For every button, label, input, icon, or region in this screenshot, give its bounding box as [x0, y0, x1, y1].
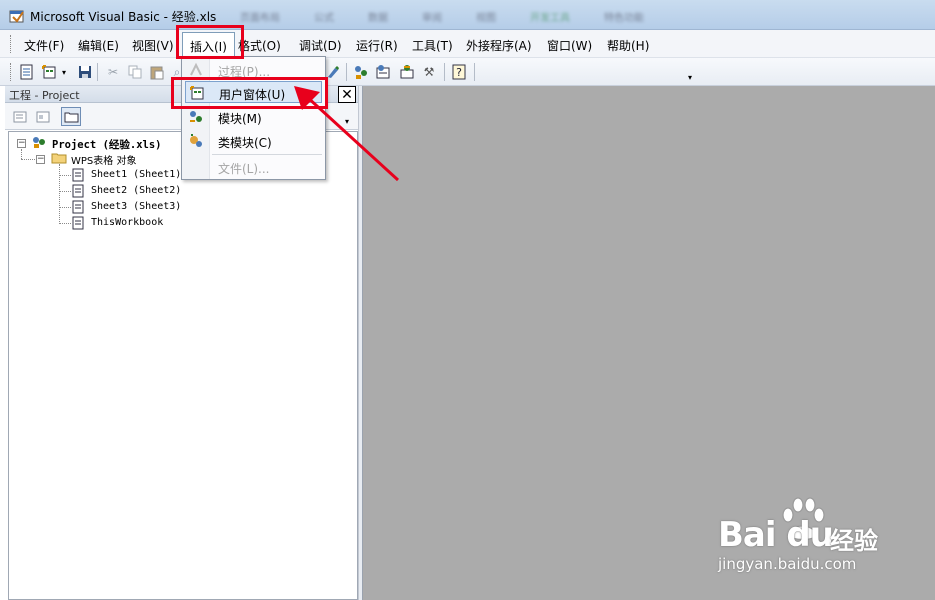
cut-icon[interactable]: ✂ — [104, 63, 122, 81]
chevron-down-icon[interactable]: ▾ — [345, 117, 349, 126]
bg-tab: 审阅 — [422, 13, 442, 24]
sheet-module-icon — [72, 168, 84, 182]
window-title: Microsoft Visual Basic - 经验.xls — [30, 10, 217, 24]
menu-item-label: 模块(M) — [218, 112, 262, 126]
properties-window-icon[interactable] — [374, 63, 392, 81]
paste-icon[interactable] — [148, 63, 166, 81]
menu-item-label: 过程(P)... — [218, 65, 271, 79]
menu-tools[interactable]: 工具(T) — [412, 37, 453, 54]
folder-icon — [51, 153, 67, 164]
save-icon[interactable] — [76, 63, 94, 81]
bg-tab: 数据 — [368, 13, 388, 24]
title-bar: Microsoft Visual Basic - 经验.xls 页面布局 公式 … — [0, 0, 935, 30]
menu-bar: 文件(F) 编辑(E) 视图(V) 插入(I) 格式(O) 调试(D) 运行(R… — [0, 30, 935, 58]
project-tree: − Project (经验.xls) − WPS表格 对象 Sheet1 (Sh… — [8, 131, 358, 600]
tree-item-sheet1[interactable]: Sheet1 (Sheet1) — [91, 169, 181, 180]
menu-run[interactable]: 运行(R) — [356, 37, 398, 54]
tree-folder-objects[interactable]: WPS表格 对象 — [71, 152, 136, 167]
menu-file[interactable]: 文件(F) — [24, 37, 64, 54]
tree-item-sheet3[interactable]: Sheet3 (Sheet3) — [91, 201, 181, 212]
project-explorer-icon[interactable] — [352, 63, 370, 81]
insert-userform-icon[interactable] — [40, 63, 58, 81]
chevron-down-icon[interactable]: ▾ — [60, 63, 68, 81]
project-panel-title: 工程 - Project — [9, 89, 80, 102]
toolbox-icon[interactable]: ⚒ — [420, 63, 438, 81]
background-ribbon-tabs: 页面布局 公式 数据 审阅 视图 开发工具 特色功能 — [240, 9, 644, 24]
toolbar-grip[interactable] — [10, 63, 13, 81]
menu-item-userform[interactable]: 用户窗体(U) — [185, 81, 322, 103]
bg-tab: 特色功能 — [604, 13, 644, 24]
tree-item-thisworkbook[interactable]: ThisWorkbook — [91, 217, 163, 228]
close-icon[interactable]: ✕ — [338, 86, 356, 103]
toolbar-separator — [97, 63, 98, 81]
menu-item-file[interactable]: 文件(L)... — [185, 156, 322, 178]
menu-addins[interactable]: 外接程序(A) — [466, 37, 532, 54]
tree-item-sheet2[interactable]: Sheet2 (Sheet2) — [91, 185, 181, 196]
bg-tab: 页面布局 — [240, 13, 280, 24]
userform-icon — [190, 86, 204, 100]
menu-window[interactable]: 窗口(W) — [547, 37, 592, 54]
bg-tab: 视图 — [476, 13, 496, 24]
object-browser-icon[interactable] — [398, 63, 416, 81]
bg-tab: 开发工具 — [530, 13, 570, 24]
sheet-module-icon — [72, 200, 84, 214]
vba-project-icon — [33, 137, 45, 148]
design-mode-icon[interactable] — [324, 63, 342, 81]
toolbar-separator — [346, 63, 347, 81]
menu-debug[interactable]: 调试(D) — [299, 37, 342, 54]
module-icon — [190, 111, 202, 122]
procedure-icon — [190, 62, 202, 76]
standard-toolbar: ▾ ✂ ⌕ ⚒ ? — [0, 58, 935, 86]
copy-icon[interactable] — [126, 63, 144, 81]
menu-item-label: 用户窗体(U) — [219, 88, 286, 102]
menu-edit[interactable]: 编辑(E) — [78, 37, 119, 54]
svg-text:?: ? — [456, 66, 462, 79]
collapse-toggle[interactable]: − — [36, 155, 45, 164]
menu-item-module[interactable]: 模块(M) — [185, 106, 322, 128]
menubar-grip[interactable] — [10, 35, 13, 53]
toolbar-separator — [444, 63, 445, 81]
toolbar-options-icon[interactable]: ▾ — [688, 73, 692, 82]
class-module-icon — [190, 134, 202, 147]
help-icon[interactable]: ? — [450, 63, 468, 81]
bg-tab: 公式 — [314, 13, 334, 24]
menu-separator — [212, 154, 322, 155]
view-object-icon[interactable] — [33, 107, 53, 126]
insert-dropdown-menu: 过程(P)... 用户窗体(U) 模块(M) 类模块(C) 文件(L)... — [181, 56, 326, 180]
menu-view[interactable]: 视图(V) — [132, 37, 174, 54]
view-excel-icon[interactable] — [18, 63, 36, 81]
view-code-icon[interactable] — [10, 107, 30, 126]
menu-item-procedure[interactable]: 过程(P)... — [185, 59, 322, 81]
collapse-toggle[interactable]: − — [17, 139, 26, 148]
menu-item-label: 文件(L)... — [218, 162, 270, 176]
toolbar-separator — [474, 63, 475, 81]
menu-format[interactable]: 格式(O) — [238, 37, 281, 54]
menu-item-label: 类模块(C) — [218, 136, 272, 150]
code-workspace[interactable] — [363, 86, 935, 600]
workbook-module-icon — [72, 216, 84, 230]
toggle-folders-icon[interactable] — [61, 107, 81, 126]
menu-insert[interactable]: 插入(I) — [182, 32, 235, 56]
tree-root-project[interactable]: Project (经验.xls) — [52, 137, 162, 152]
menu-help[interactable]: 帮助(H) — [607, 37, 649, 54]
vba-app-icon — [9, 10, 24, 23]
menu-item-class-module[interactable]: 类模块(C) — [185, 130, 322, 152]
sheet-module-icon — [72, 184, 84, 198]
